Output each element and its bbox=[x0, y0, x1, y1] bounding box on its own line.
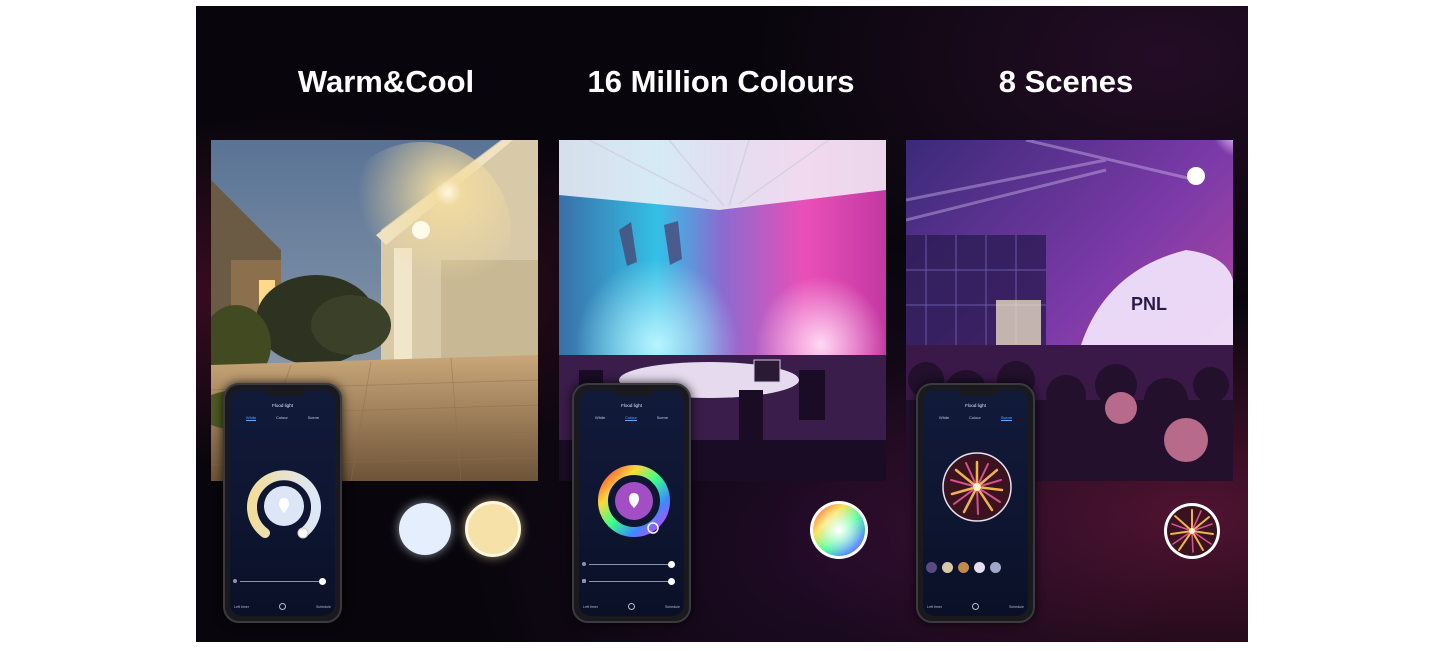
app-bottom-bar: Left timer Schedule bbox=[234, 603, 331, 610]
power-icon[interactable] bbox=[278, 603, 286, 610]
scene-leisure-icon[interactable] bbox=[974, 562, 985, 573]
phone-white-mode: Flood light White Colour Scene Left time… bbox=[223, 383, 342, 623]
feature-title-warm-cool: Warm&Cool bbox=[297, 64, 475, 99]
tab-white[interactable]: White bbox=[939, 415, 949, 421]
cool-white-swatch bbox=[399, 503, 451, 555]
app-screen: Flood light White Colour Scene Left time… bbox=[230, 390, 335, 616]
phone-notch bbox=[266, 390, 304, 396]
phone-colour-mode: Flood light White Colour Scene Left time… bbox=[572, 383, 691, 623]
schedule-button[interactable]: Schedule bbox=[316, 605, 331, 609]
tab-colour[interactable]: Colour bbox=[276, 415, 288, 421]
power-icon[interactable] bbox=[627, 603, 635, 610]
scene-selector-row bbox=[926, 562, 1028, 573]
app-screen: Flood light White Colour Scene Left time… bbox=[579, 390, 684, 616]
fireworks-scene-preview[interactable] bbox=[942, 452, 1012, 522]
tab-white[interactable]: White bbox=[245, 415, 257, 421]
schedule-button[interactable]: Schedule bbox=[665, 605, 680, 609]
tab-scene[interactable]: Scene bbox=[308, 415, 319, 421]
white-temperature-dial[interactable] bbox=[243, 465, 325, 547]
scene-working-icon[interactable] bbox=[958, 562, 969, 573]
brightness-icon bbox=[233, 579, 237, 583]
scene-read-icon[interactable] bbox=[942, 562, 953, 573]
slider-knob[interactable] bbox=[668, 561, 675, 568]
scene-more-icon[interactable] bbox=[990, 562, 1001, 573]
app-screen: Flood light White Colour Scene Left time… bbox=[923, 390, 1028, 616]
brightness-slider[interactable] bbox=[240, 578, 326, 585]
power-icon[interactable] bbox=[971, 603, 979, 610]
app-bottom-bar: Left timer Schedule bbox=[927, 603, 1024, 610]
app-screen-title: Flood light bbox=[621, 403, 642, 408]
fireworks-scene-swatch bbox=[1164, 503, 1220, 559]
brightness-slider[interactable] bbox=[589, 561, 675, 568]
mode-tabs: White Colour Scene bbox=[585, 415, 678, 421]
tab-scene[interactable]: Scene bbox=[657, 415, 668, 421]
scene-night-icon[interactable] bbox=[926, 562, 937, 573]
phone-notch bbox=[959, 390, 997, 396]
schedule-button[interactable]: Schedule bbox=[1009, 605, 1024, 609]
mode-tabs: White Colour Scene bbox=[236, 415, 329, 421]
app-bottom-bar: Left timer Schedule bbox=[583, 603, 680, 610]
mode-tabs: White Colour Scene bbox=[929, 415, 1022, 421]
tab-scene[interactable]: Scene bbox=[1000, 415, 1013, 421]
saturation-slider[interactable] bbox=[589, 578, 675, 585]
phone-scene-mode: Flood light White Colour Scene Left time… bbox=[916, 383, 1035, 623]
slider-knob[interactable] bbox=[319, 578, 326, 585]
saturation-icon bbox=[582, 579, 586, 583]
slider-knob[interactable] bbox=[668, 578, 675, 585]
phone-notch bbox=[615, 390, 653, 396]
left-timer-button[interactable]: Left timer bbox=[927, 605, 942, 609]
brightness-icon bbox=[582, 562, 586, 566]
app-screen-title: Flood light bbox=[272, 403, 293, 408]
tab-white[interactable]: White bbox=[595, 415, 605, 421]
left-timer-button[interactable]: Left timer bbox=[234, 605, 249, 609]
product-banner: Warm&Cool Flood light White Colour Scene… bbox=[196, 6, 1248, 642]
tab-colour[interactable]: Colour bbox=[969, 415, 981, 421]
feature-title-8-scenes: 8 Scenes bbox=[998, 64, 1134, 99]
stage-logo: PNL bbox=[1131, 294, 1167, 314]
colour-wheel-dial[interactable] bbox=[593, 460, 675, 542]
feature-title-16-million-colours: 16 Million Colours bbox=[587, 64, 855, 99]
tab-colour[interactable]: Colour bbox=[625, 415, 637, 421]
left-timer-button[interactable]: Left timer bbox=[583, 605, 598, 609]
colour-wheel-swatch bbox=[810, 501, 868, 559]
app-screen-title: Flood light bbox=[965, 403, 986, 408]
warm-white-swatch bbox=[465, 501, 521, 557]
